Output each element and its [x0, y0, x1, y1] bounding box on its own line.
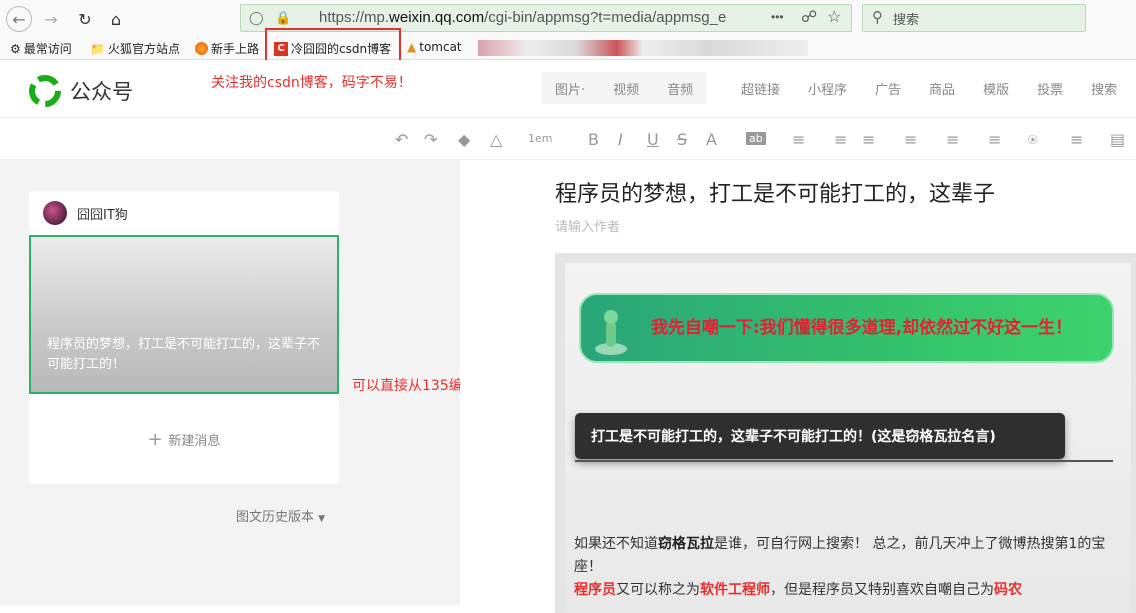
- bookmark-firefox-site[interactable]: 📁 火狐官方站点: [90, 40, 180, 57]
- new-message-label: 新建消息: [168, 434, 221, 449]
- para-text: 又可以称之为: [616, 582, 700, 598]
- body-paragraph: 如果还不知道窃格瓦拉是谁，可自行网上搜索！ 总之，前几天冲上了微博热搜第1的宝座…: [574, 533, 1124, 602]
- history-label: 图文历史版本: [236, 510, 315, 525]
- browser-chrome: ← → ↻ ⌂ ◯ 🔒 https://mp.weixin.qq.com/cgi…: [0, 0, 1136, 60]
- caret-down-icon: ▼: [318, 514, 326, 524]
- clear-format-icon[interactable]: △: [490, 130, 502, 149]
- account-name: 囧囧IT狗: [77, 207, 128, 223]
- para-highlight: 软件工程师: [700, 582, 770, 598]
- bookmark-tomcat[interactable]: ▲ tomcat: [407, 40, 462, 54]
- editor-pane: 程序员的梦想，打工是不可能打工的，这辈子 请输入作者 我先自嘲一下:我们懂得很多…: [460, 160, 1136, 613]
- bold-button[interactable]: B: [588, 130, 599, 149]
- lock-icon: 🔒: [275, 10, 292, 25]
- logo[interactable]: 公众号: [28, 74, 133, 108]
- version-history-button[interactable]: 图文历史版本 ▼: [236, 506, 325, 525]
- url-text: https://mp.weixin.qq.com/cgi-bin/appmsg?…: [319, 9, 727, 26]
- letter-spacing-icon[interactable]: ⍟: [1028, 130, 1038, 150]
- insert-product[interactable]: 商品: [915, 79, 969, 98]
- background-color-button[interactable]: ab: [746, 132, 766, 145]
- bookmark-most-visited[interactable]: ⚙ 最常访问: [10, 40, 72, 57]
- search-input[interactable]: ⚲ 搜索: [862, 4, 1086, 32]
- search-placeholder: 搜索: [893, 12, 920, 28]
- avatar: [43, 201, 67, 225]
- app-header: 公众号 图片· 视频 音频 超链接 小程序 广告 商品 模版 投票 搜索: [0, 60, 1136, 118]
- wechat-logo-icon: [29, 75, 61, 107]
- pocket-icon[interactable]: ☍: [801, 7, 817, 27]
- shield-icon: ◯: [249, 10, 264, 25]
- italic-button[interactable]: I: [618, 130, 623, 149]
- para-highlight: 码农: [994, 582, 1022, 598]
- bookmark-label: 火狐官方站点: [107, 42, 180, 56]
- article-body[interactable]: 我先自嘲一下:我们懂得很多道理,却依然过不好这一生！ 打工是不可能打工的，这辈子…: [555, 253, 1136, 613]
- indent-icon[interactable]: ≡: [834, 130, 847, 149]
- new-message-button[interactable]: + 新建消息: [29, 429, 339, 450]
- align-center-icon[interactable]: ≡: [862, 130, 875, 149]
- quote-underline: [575, 460, 1113, 462]
- list-icon[interactable]: ≡: [1070, 130, 1083, 149]
- bookmark-label: 新手上路: [211, 42, 260, 56]
- article-cover-title: 程序员的梦想，打工是不可能打工的，这辈子不可能打工的！: [47, 337, 321, 372]
- insert-video[interactable]: 视频: [599, 79, 653, 98]
- insert-miniprogram[interactable]: 小程序: [794, 79, 861, 98]
- tomcat-icon: ▲: [407, 40, 417, 54]
- bookmarks-toolbar: ⚙ 最常访问 📁 火狐官方站点 新手上路 C 冷囧囧的csdn博客 ▲ tomcat: [0, 36, 1136, 60]
- insert-image[interactable]: 图片·: [541, 79, 599, 98]
- bookmark-label: tomcat: [419, 40, 462, 54]
- banner-box: 我先自嘲一下:我们懂得很多道理,却依然过不好这一生！: [579, 293, 1114, 363]
- redo-icon[interactable]: ↷: [424, 130, 437, 149]
- plus-icon: +: [147, 429, 169, 450]
- font-size-select[interactable]: 1em: [528, 132, 552, 145]
- article-card: 囧囧IT狗 程序员的梦想，打工是不可能打工的，这辈子不可能打工的！ + 新建消息: [29, 191, 339, 484]
- blurred-bookmarks: [478, 40, 808, 56]
- divider-icon[interactable]: ▤: [1110, 130, 1125, 149]
- article-cover[interactable]: 程序员的梦想，打工是不可能打工的，这辈子不可能打工的！: [29, 235, 339, 394]
- strikethrough-button[interactable]: S: [677, 130, 687, 149]
- paragraph-spacing-icon[interactable]: ≡: [988, 130, 1001, 149]
- bookmark-label: 最常访问: [23, 42, 72, 56]
- insert-search[interactable]: 搜索: [1077, 79, 1131, 98]
- para-text: 如果还不知道: [574, 536, 658, 552]
- undo-icon[interactable]: ↶: [395, 130, 408, 149]
- forward-button[interactable]: →: [38, 6, 64, 32]
- annotation-follow: 关注我的csdn博客，码字不易！: [211, 75, 412, 91]
- quote-block: 打工是不可能打工的，这辈子不可能打工的！(这是窃格瓦拉名言): [575, 413, 1065, 459]
- gear-icon: ⚙: [10, 41, 21, 56]
- insert-other-group: 超链接 小程序 广告 商品 模版 投票 搜索: [727, 72, 1132, 104]
- article-title-input[interactable]: 程序员的梦想，打工是不可能打工的，这辈子: [555, 176, 995, 208]
- star-icon[interactable]: ☆: [827, 7, 841, 27]
- cactus-icon: [595, 310, 627, 355]
- bookmark-getting-started[interactable]: 新手上路: [195, 40, 259, 57]
- format-painter-icon[interactable]: ◆: [458, 130, 470, 149]
- logo-text: 公众号: [70, 80, 133, 104]
- back-button[interactable]: ←: [6, 6, 32, 32]
- more-icon[interactable]: •••: [771, 10, 784, 24]
- para-highlight: 程序员: [574, 582, 616, 598]
- para-text: ，但是程序员又特别喜欢自嘲自己为: [770, 582, 994, 598]
- align-justify-icon[interactable]: ≡: [792, 130, 805, 149]
- insert-link[interactable]: 超链接: [727, 79, 794, 98]
- reload-button[interactable]: ↻: [72, 6, 98, 32]
- spacing-icon[interactable]: ≡: [946, 130, 959, 149]
- firefox-icon: [195, 42, 208, 55]
- content-background: 我先自嘲一下:我们懂得很多道理,却依然过不好这一生！ 打工是不可能打工的，这辈子…: [565, 263, 1131, 613]
- insert-media-group: 图片· 视频 音频: [541, 72, 708, 104]
- home-button[interactable]: ⌂: [103, 6, 129, 32]
- editor-toolbar: ↶ ↷ ◆ △ 1em B I U S A ab ≡ ≡ ≡ ≡ ≡ ≡ ⍟ ≡…: [0, 118, 1136, 160]
- folder-icon: 📁: [90, 41, 105, 56]
- font-color-button[interactable]: A: [706, 130, 717, 149]
- banner-text: 我先自嘲一下:我们懂得很多道理,却依然过不好这一生！: [650, 318, 1073, 338]
- search-icon: ⚲: [872, 8, 883, 26]
- author-input[interactable]: 请输入作者: [555, 216, 620, 235]
- insert-ad[interactable]: 广告: [861, 79, 915, 98]
- line-height-icon[interactable]: ≡: [904, 130, 917, 149]
- insert-audio[interactable]: 音频: [653, 79, 707, 98]
- account-header: 囧囧IT狗: [43, 201, 128, 225]
- insert-vote[interactable]: 投票: [1023, 79, 1077, 98]
- insert-template[interactable]: 模版: [969, 79, 1023, 98]
- para-bold: 窃格瓦拉: [658, 536, 714, 552]
- underline-button[interactable]: U: [647, 130, 659, 149]
